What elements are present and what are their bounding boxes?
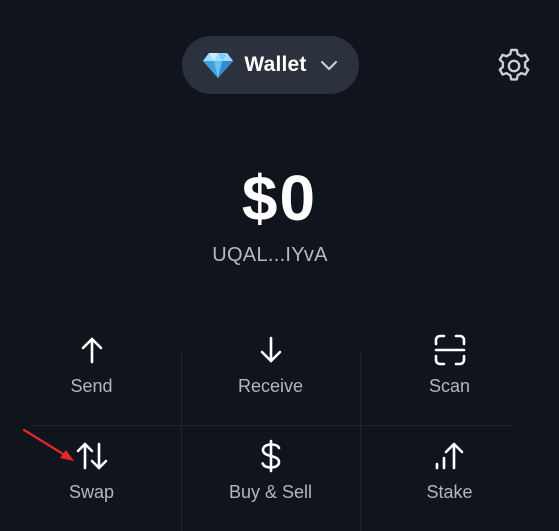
- buy-sell-button[interactable]: Buy & Sell: [181, 426, 360, 531]
- scan-label: Scan: [428, 376, 471, 396]
- wallet-screen: Wallet $0 UQAL...IYvA Send Receive Scan …: [0, 0, 559, 531]
- action-grid: Send Receive Scan Swap Buy & Sell Stake: [2, 320, 539, 531]
- gear-icon: [498, 48, 530, 81]
- settings-button[interactable]: [494, 46, 534, 86]
- swap-icon: [76, 442, 107, 470]
- swap-button[interactable]: Swap: [2, 426, 181, 531]
- buy-sell-label: Buy & Sell: [228, 482, 313, 502]
- scan-button[interactable]: Scan: [360, 320, 539, 425]
- balance-amount: $0: [241, 162, 318, 234]
- stake-icon: [435, 442, 463, 470]
- wallet-address[interactable]: UQAL...IYvA: [0, 244, 540, 267]
- swap-label: Swap: [68, 482, 115, 502]
- stake-button[interactable]: Stake: [360, 426, 539, 531]
- dollar-icon: [260, 439, 280, 473]
- receive-label: Receive: [237, 376, 304, 396]
- chevron-down-icon: [320, 60, 337, 71]
- send-button[interactable]: Send: [2, 320, 181, 425]
- receive-button[interactable]: Receive: [181, 320, 360, 425]
- arrow-down-icon: [260, 336, 281, 363]
- arrow-up-icon: [81, 337, 102, 364]
- diamond-icon: [203, 53, 234, 78]
- stake-label: Stake: [426, 482, 473, 502]
- wallet-selector-button[interactable]: Wallet: [182, 36, 359, 94]
- scan-icon: [434, 334, 465, 366]
- wallet-label: Wallet: [244, 53, 307, 76]
- send-label: Send: [70, 376, 113, 396]
